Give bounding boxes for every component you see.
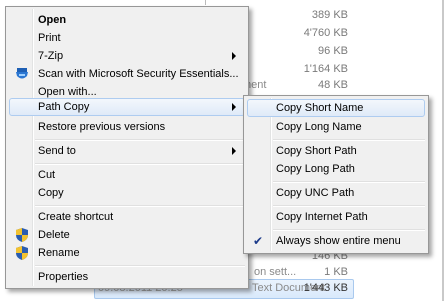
- menu-item-label: Copy Internet Path: [276, 211, 368, 223]
- menu-item-cut[interactable]: Cut: [9, 166, 245, 184]
- uac-shield-icon: [14, 245, 30, 261]
- menu-item-label: Print: [38, 32, 61, 44]
- menu-item-open[interactable]: Open: [9, 11, 245, 29]
- security-essentials-icon: [14, 66, 30, 82]
- context-menu: Open Print 7-Zip Scan with Microsoft Sec…: [5, 6, 249, 289]
- menu-separator: [35, 139, 245, 141]
- submenu-item-always-show-entire-menu[interactable]: ✔ Always show entire menu: [247, 232, 425, 250]
- menu-item-7zip[interactable]: 7-Zip: [9, 47, 245, 65]
- menu-item-label: Copy: [38, 187, 64, 199]
- checkmark-icon: ✔: [253, 234, 264, 248]
- menu-separator: [273, 139, 425, 141]
- menu-item-scan-mse[interactable]: Scan with Microsoft Security Essentials.…: [9, 65, 245, 83]
- submenu-item-copy-unc-path[interactable]: Copy UNC Path: [247, 184, 425, 202]
- submenu-item-copy-internet-path[interactable]: Copy Internet Path: [247, 208, 425, 226]
- menu-item-label: Delete: [38, 229, 70, 241]
- file-size: 96 KB: [318, 45, 348, 57]
- submenu-item-copy-short-name[interactable]: Copy Short Name: [247, 99, 425, 117]
- menu-item-label: Properties: [38, 271, 89, 283]
- menu-separator: [273, 229, 425, 231]
- file-size: 389 KB: [311, 9, 348, 21]
- menu-item-delete[interactable]: Delete: [9, 226, 245, 244]
- submenu-arrow-icon: [232, 52, 236, 60]
- file-size: 1'443 KB: [303, 282, 348, 294]
- menu-separator: [273, 181, 425, 183]
- menu-separator: [273, 205, 425, 207]
- menu-item-label: Open: [38, 14, 67, 26]
- menu-item-label: Create shortcut: [38, 211, 114, 223]
- path-copy-submenu: Copy Short Name Copy Long Name Copy Shor…: [243, 95, 429, 254]
- menu-item-label: Cut: [38, 169, 56, 181]
- uac-shield-icon: [14, 227, 30, 243]
- menu-separator: [35, 205, 245, 207]
- column-divider: [205, 0, 206, 5]
- menu-item-label: Restore previous versions: [38, 121, 166, 133]
- menu-item-label: Copy Short Path: [276, 145, 357, 157]
- menu-item-label: Copy Long Name: [276, 121, 362, 133]
- submenu-arrow-icon: [232, 147, 236, 155]
- menu-item-copy[interactable]: Copy: [9, 184, 245, 202]
- submenu-item-copy-long-path[interactable]: Copy Long Path: [247, 160, 425, 178]
- menu-item-label: Rename: [38, 247, 80, 259]
- submenu-item-copy-long-name[interactable]: Copy Long Name: [247, 118, 425, 136]
- menu-item-properties[interactable]: Properties: [9, 268, 245, 286]
- menu-item-label: Path Copy: [38, 101, 90, 113]
- menu-item-label: Always show entire menu: [276, 235, 401, 247]
- menu-item-send-to[interactable]: Send to: [9, 142, 245, 160]
- menu-item-label: Send to: [38, 145, 76, 157]
- menu-item-create-shortcut[interactable]: Create shortcut: [9, 208, 245, 226]
- submenu-item-copy-short-path[interactable]: Copy Short Path: [247, 142, 425, 160]
- menu-separator: [35, 163, 245, 165]
- file-size: 48 KB: [318, 79, 348, 91]
- menu-item-label: Copy Long Path: [276, 163, 355, 175]
- menu-item-restore-previous[interactable]: Restore previous versions: [9, 118, 245, 136]
- menu-item-label: Copy Short Name: [276, 102, 364, 114]
- menu-item-path-copy[interactable]: Path Copy: [9, 98, 245, 116]
- menu-item-label: Scan with Microsoft Security Essentials.…: [38, 68, 239, 80]
- menu-separator: [35, 265, 245, 267]
- menu-item-label: Copy UNC Path: [276, 187, 355, 199]
- submenu-arrow-icon: [232, 103, 236, 111]
- file-size: 4'760 KB: [303, 27, 348, 39]
- menu-item-print[interactable]: Print: [9, 29, 245, 47]
- menu-item-rename[interactable]: Rename: [9, 244, 245, 262]
- menu-item-label: 7-Zip: [38, 50, 64, 62]
